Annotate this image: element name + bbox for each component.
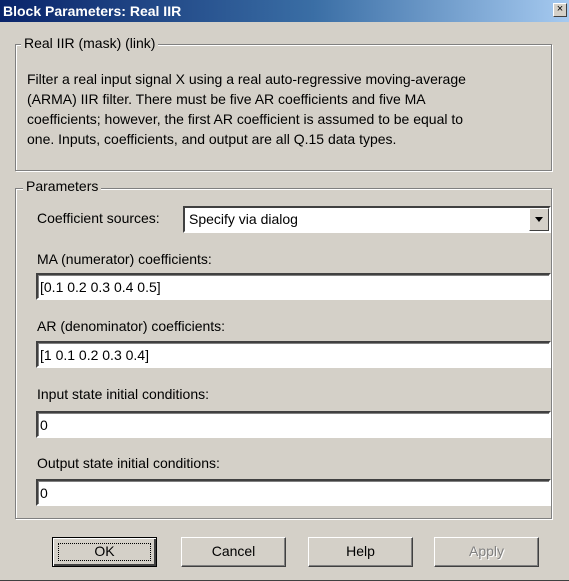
- apply-label: Apply: [468, 543, 505, 559]
- dropdown-button[interactable]: [529, 208, 549, 231]
- window-title: Block Parameters: Real IIR: [3, 3, 182, 19]
- description-line: one. Inputs, coefficients, and output ar…: [27, 131, 397, 147]
- coefficient-sources-dropdown[interactable]: Specify via dialog: [183, 206, 551, 233]
- ma-coefficients-field[interactable]: [36, 273, 551, 300]
- ma-coefficients-label: MA (numerator) coefficients:: [37, 251, 212, 267]
- help-button[interactable]: Help: [308, 537, 413, 567]
- cancel-label: Cancel: [211, 543, 256, 559]
- close-icon: ×: [556, 3, 564, 15]
- title-bar: Block Parameters: Real IIR ×: [0, 0, 569, 22]
- ok-button[interactable]: OK: [52, 537, 157, 567]
- cancel-button[interactable]: Cancel: [181, 537, 286, 567]
- output-state-label: Output state initial conditions:: [37, 455, 220, 471]
- apply-button[interactable]: Apply: [434, 537, 539, 567]
- chevron-down-icon: [535, 217, 543, 222]
- description-line: coefficients; however, the first AR coef…: [27, 111, 464, 127]
- coefficient-sources-value: Specify via dialog: [189, 211, 298, 227]
- description-line: Filter a real input signal X using a rea…: [27, 71, 466, 87]
- help-label: Help: [346, 543, 375, 559]
- coefficient-sources-label: Coefficient sources:: [37, 210, 160, 226]
- ar-coefficients-label: AR (denominator) coefficients:: [37, 318, 226, 334]
- input-state-field[interactable]: [36, 411, 551, 438]
- mask-description: Filter a real input signal X using a rea…: [27, 69, 542, 149]
- close-button[interactable]: ×: [553, 3, 567, 17]
- mask-group-legend: Real IIR (mask) (link): [21, 35, 159, 51]
- ar-coefficients-field[interactable]: [36, 341, 551, 368]
- mask-group: Real IIR (mask) (link) Filter a real inp…: [15, 35, 552, 171]
- ok-label: OK: [94, 543, 115, 559]
- description-line: (ARMA) IIR filter. There must be five AR…: [27, 91, 426, 107]
- input-state-label: Input state initial conditions:: [37, 386, 209, 402]
- parameters-legend: Parameters: [23, 178, 102, 194]
- output-state-field[interactable]: [36, 479, 551, 506]
